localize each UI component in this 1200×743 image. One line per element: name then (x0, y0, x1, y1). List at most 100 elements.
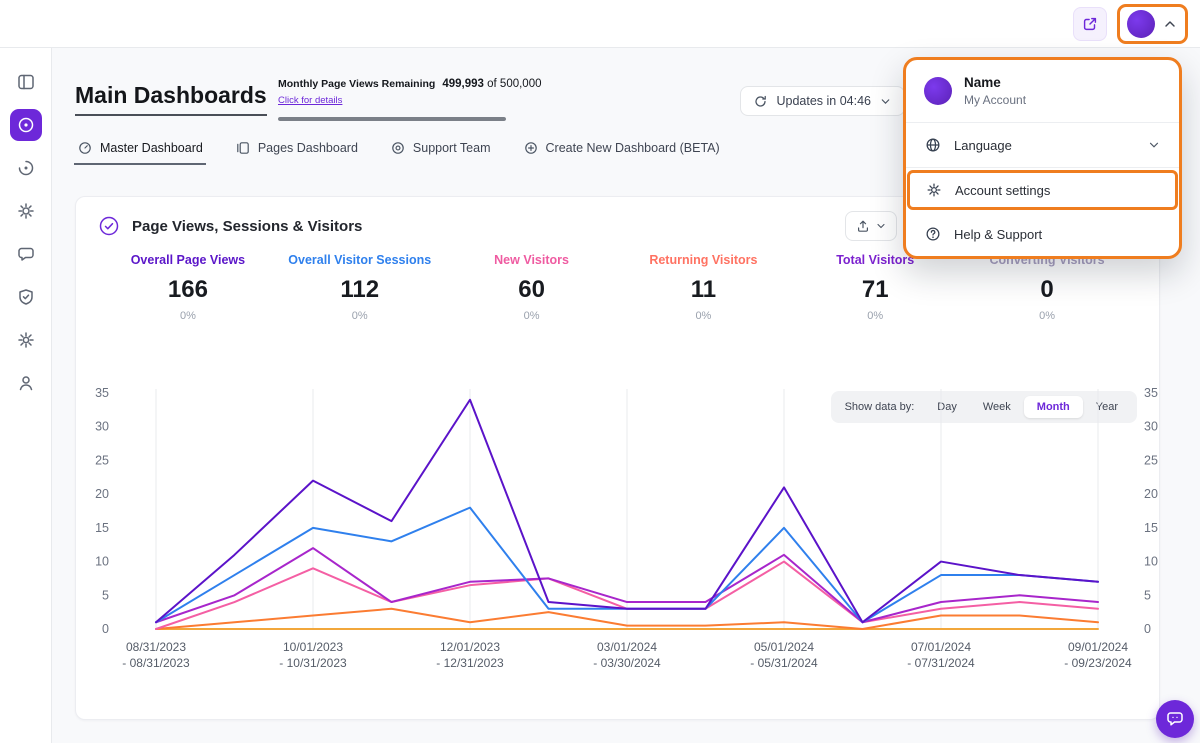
topbar (0, 0, 1200, 48)
svg-text:35: 35 (95, 386, 109, 400)
dropdown-item-label: Help & Support (954, 227, 1042, 242)
svg-text:08/31/2023: 08/31/2023 (126, 640, 186, 654)
svg-text:30: 30 (1144, 420, 1158, 434)
help-circle-icon (924, 225, 942, 243)
svg-text:0: 0 (102, 622, 109, 636)
svg-text:20: 20 (95, 487, 109, 501)
svg-text:30: 30 (95, 420, 109, 434)
external-link-icon (1081, 15, 1099, 33)
svg-text:15: 15 (95, 521, 109, 535)
metric-new-visitors[interactable]: New Visitors 60 0% (446, 253, 618, 322)
metric-change: 0% (446, 310, 618, 322)
dropdown-item-label: Language (954, 138, 1012, 153)
tab-pages-dashboard[interactable]: Pages Dashboard (235, 140, 358, 156)
svg-text:07/01/2024: 07/01/2024 (911, 640, 971, 654)
gear-icon (925, 181, 943, 199)
annotation-avatar-highlight account-menu-trigger[interactable] (1117, 4, 1188, 44)
chevron-down-icon (1147, 138, 1161, 152)
svg-text:10: 10 (95, 555, 109, 569)
account-dropdown annotation-dropdown-highlight: Name My Account Language Account setting… (903, 57, 1182, 259)
metric-overall-page-views[interactable]: Overall Page Views 166 0% (102, 253, 274, 322)
quota-widget: Monthly Page Views Remaining 499,993 of … (278, 78, 506, 121)
metric-overall-visitor-sessions[interactable]: Overall Visitor Sessions 112 0% (274, 253, 446, 322)
recordings-icon (16, 158, 36, 178)
metric-change: 0% (617, 310, 789, 322)
metric-change: 0% (102, 310, 274, 322)
svg-text:15: 15 (1144, 521, 1158, 535)
svg-text:- 08/31/2023: - 08/31/2023 (122, 656, 190, 670)
updates-timer-button[interactable]: Updates in 04:46 (740, 86, 905, 116)
sidebar-item-funnels[interactable] (10, 195, 42, 227)
divider (906, 167, 1179, 168)
quota-progress-bar (278, 117, 506, 121)
dropdown-item-account-settings annotation-account-settings-highlight[interactable]: Account settings (907, 170, 1178, 210)
svg-text:03/01/2024: 03/01/2024 (597, 640, 657, 654)
tab-support-team[interactable]: Support Team (390, 140, 491, 156)
plus-circle-icon (523, 140, 539, 156)
sidebar-item-dashboards[interactable] (10, 109, 42, 141)
updates-timer-label: Updates in 04:46 (776, 94, 871, 108)
quota-usage: 499,993 of 500,000 (442, 78, 541, 90)
svg-text:- 12/31/2023: - 12/31/2023 (436, 656, 504, 670)
metric-value: 71 (789, 276, 961, 304)
metric-label: Returning Visitors (617, 253, 789, 267)
chevron-up-icon (1162, 16, 1178, 32)
tab-label: Create New Dashboard (BETA) (546, 141, 720, 155)
user-avatar (924, 77, 952, 105)
metric-label: New Visitors (446, 253, 618, 267)
tab-create-new-dashboard[interactable]: Create New Dashboard (BETA) (523, 140, 720, 156)
dropdown-item-language[interactable]: Language (906, 123, 1179, 167)
integrations-icon (16, 373, 36, 393)
sidebar-item-surveys[interactable] (10, 281, 42, 313)
metric-label: Overall Visitor Sessions (274, 253, 446, 267)
metric-value: 0 (961, 276, 1133, 304)
user-avatar (1127, 10, 1155, 38)
metric-returning-visitors[interactable]: Returning Visitors 11 0% (617, 253, 789, 322)
export-button[interactable] (845, 211, 897, 241)
target-icon (390, 140, 406, 156)
page-views-card: Page Views, Sessions & Visitors Overall … (75, 196, 1160, 720)
sidebar-item-feedback[interactable] (10, 238, 42, 270)
feedback-chat-icon (1165, 709, 1185, 729)
globe-icon (924, 136, 942, 154)
funnels-icon (16, 201, 36, 221)
profile-subtitle: My Account (964, 93, 1026, 107)
metric-label: Overall Page Views (102, 253, 274, 267)
chevron-down-icon (875, 220, 887, 232)
metric-value: 60 (446, 276, 618, 304)
svg-text:35: 35 (1144, 386, 1158, 400)
check-circle-icon (98, 215, 120, 237)
dashboards-icon (16, 115, 36, 135)
feedback-fab-button[interactable] (1156, 700, 1194, 738)
metric-change: 0% (789, 310, 961, 322)
profile-name: Name (964, 75, 1026, 90)
svg-text:- 03/30/2024: - 03/30/2024 (593, 656, 661, 670)
svg-text:5: 5 (1144, 588, 1151, 602)
svg-text:12/01/2023: 12/01/2023 (440, 640, 500, 654)
export-icon (855, 218, 871, 234)
sidebar-item-recordings[interactable] (10, 152, 42, 184)
feedback-icon (16, 244, 36, 264)
svg-text:25: 25 (1144, 453, 1158, 467)
quota-progress-fill (278, 117, 506, 121)
line-chart: 005510101515202025253030353508/31/2023- … (76, 381, 1159, 673)
dropdown-item-help-support[interactable]: Help & Support (906, 212, 1179, 256)
sidebar-item-integrations[interactable] (10, 367, 42, 399)
tab-master-dashboard[interactable]: Master Dashboard (77, 140, 203, 156)
svg-text:10/01/2023: 10/01/2023 (283, 640, 343, 654)
panels-icon (16, 72, 36, 92)
dashboard-tabs: Master Dashboard Pages Dashboard Support… (77, 140, 720, 156)
metric-change: 0% (274, 310, 446, 322)
metric-value: 11 (617, 276, 789, 304)
metric-converting-visitors[interactable]: Converting Visitors 0 0% (961, 253, 1133, 322)
metric-value: 112 (274, 276, 446, 304)
card-title: Page Views, Sessions & Visitors (132, 218, 362, 235)
tab-label: Master Dashboard (100, 141, 203, 155)
metric-total-visitors[interactable]: Total Visitors 71 0% (789, 253, 961, 322)
svg-text:- 05/31/2024: - 05/31/2024 (750, 656, 818, 670)
page-title: Main Dashboards (75, 82, 267, 116)
sidebar-item-settings[interactable] (10, 324, 42, 356)
external-link-button[interactable] (1073, 7, 1107, 41)
quota-details-link[interactable]: Click for details (278, 95, 342, 106)
sidebar-item-panels[interactable] (10, 66, 42, 98)
